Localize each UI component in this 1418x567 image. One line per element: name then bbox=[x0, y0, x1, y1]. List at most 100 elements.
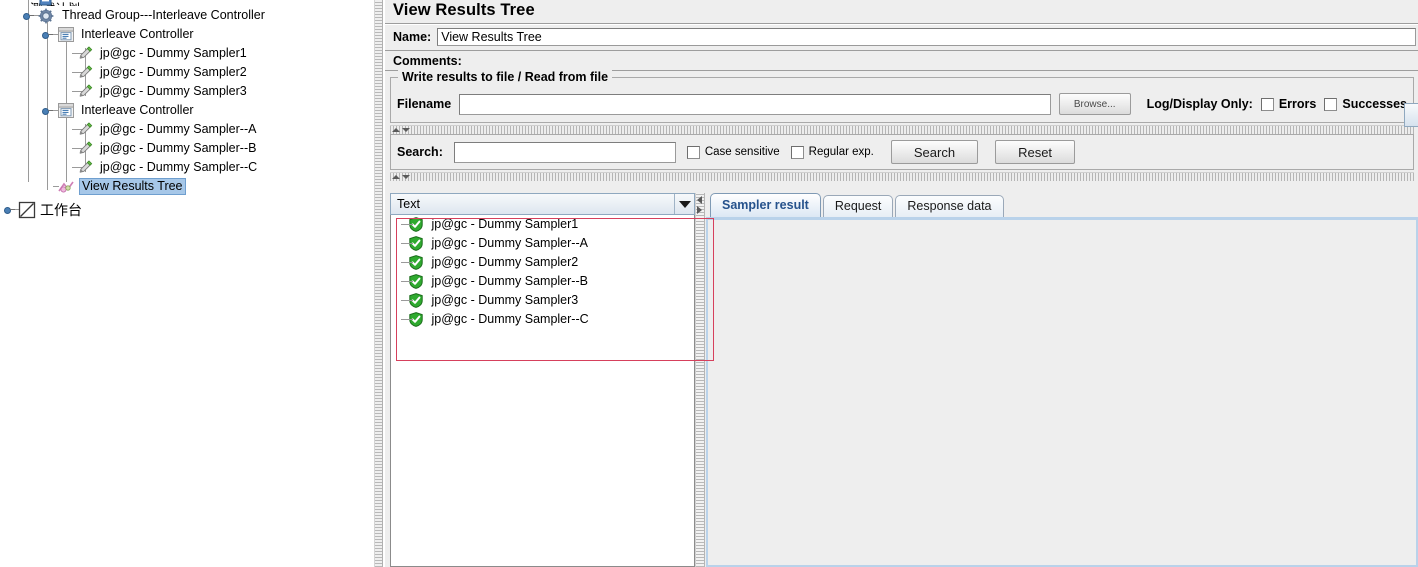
search-bar: Search: Case sensitive Regular exp. Sear… bbox=[390, 134, 1414, 170]
splitter-arrows[interactable] bbox=[697, 196, 702, 214]
tree-line bbox=[401, 224, 413, 225]
expand-right-icon[interactable] bbox=[697, 206, 702, 214]
log-display-only-label: Log/Display Only: bbox=[1146, 97, 1253, 111]
collapse-divider-1[interactable] bbox=[390, 125, 1414, 134]
tree-line bbox=[401, 281, 413, 282]
browse-button[interactable]: Browse... bbox=[1058, 93, 1131, 115]
dummy-sampler-icon bbox=[76, 160, 93, 175]
collapse-down-icon[interactable] bbox=[402, 175, 410, 179]
tab-content-panel bbox=[706, 217, 1418, 567]
test-plan-tree[interactable]: 测试计划 Thread bbox=[0, 0, 374, 567]
filename-label: Filename bbox=[397, 97, 452, 111]
checkbox-box[interactable] bbox=[1260, 97, 1274, 111]
case-sensitive-checkbox[interactable]: Case sensitive bbox=[686, 145, 780, 159]
tree-item-label: jp@gc - Dummy Sampler3 bbox=[100, 84, 247, 99]
tree-line bbox=[401, 243, 413, 244]
write-results-title: Write results to file / Read from file bbox=[398, 70, 613, 84]
tree-item-workbench[interactable]: 工作台 bbox=[0, 197, 374, 221]
collapse-down-icon[interactable] bbox=[402, 128, 410, 132]
configure-button[interactable] bbox=[1404, 103, 1418, 127]
tree-item-label: jp@gc - Dummy Sampler--C bbox=[100, 160, 258, 175]
tree-item-dummy-sampler-b[interactable]: jp@gc - Dummy Sampler--B bbox=[0, 139, 374, 158]
page-title: View Results Tree bbox=[393, 1, 535, 19]
renderer-selected-value: Text bbox=[397, 197, 420, 211]
tab-request[interactable]: Request bbox=[822, 195, 894, 217]
workbench-icon bbox=[18, 201, 36, 219]
tree-item-label: View Results Tree bbox=[79, 178, 186, 196]
successes-checkbox[interactable]: Successes bbox=[1324, 97, 1407, 111]
tree-expand-handle[interactable] bbox=[42, 29, 53, 40]
name-label: Name: bbox=[393, 30, 432, 44]
result-label: jp@gc - Dummy Sampler--A bbox=[431, 236, 588, 251]
tab-sampler-result[interactable]: Sampler result bbox=[710, 193, 821, 217]
result-row[interactable]: jp@gc - Dummy Sampler--B bbox=[391, 272, 694, 291]
dummy-sampler-icon bbox=[76, 122, 93, 137]
tree-item-interleave-controller-2[interactable]: Interleave Controller bbox=[0, 101, 374, 120]
name-row: Name: bbox=[385, 27, 1418, 47]
chevron-down-icon[interactable] bbox=[674, 194, 694, 214]
checkbox-box[interactable] bbox=[686, 145, 700, 159]
renderer-select[interactable]: Text bbox=[390, 193, 695, 215]
tree-item-label: jp@gc - Dummy Sampler1 bbox=[100, 46, 247, 61]
search-input[interactable] bbox=[453, 141, 676, 163]
result-row[interactable]: jp@gc - Dummy Sampler--C bbox=[391, 310, 694, 329]
tree-item-dummy-sampler-1[interactable]: jp@gc - Dummy Sampler1 bbox=[0, 44, 374, 63]
tree-item-label: jp@gc - Dummy Sampler--A bbox=[100, 122, 257, 137]
tree-item-dummy-sampler-3[interactable]: jp@gc - Dummy Sampler3 bbox=[0, 82, 374, 101]
result-label: jp@gc - Dummy Sampler--B bbox=[431, 274, 588, 289]
results-splitter[interactable] bbox=[695, 193, 705, 567]
collapse-up-icon[interactable] bbox=[392, 128, 400, 132]
tree-item-thread-group[interactable]: Thread Group---Interleave Controller bbox=[0, 6, 374, 25]
collapse-left-icon[interactable] bbox=[697, 196, 702, 204]
write-results-group: Write results to file / Read from file F… bbox=[390, 70, 1414, 123]
regular-exp-checkbox[interactable]: Regular exp. bbox=[790, 145, 874, 159]
view-results-tree-icon bbox=[58, 180, 74, 193]
results-tree-pane: Text jp@gc - Dummy Sampler1 jp@gc - Dumm… bbox=[390, 193, 695, 567]
tree-item-dummy-sampler-c[interactable]: jp@gc - Dummy Sampler--C bbox=[0, 158, 374, 177]
result-label: jp@gc - Dummy Sampler2 bbox=[431, 255, 579, 270]
checkbox-box[interactable] bbox=[790, 145, 804, 159]
comments-label: Comments: bbox=[393, 53, 462, 68]
main-splitter[interactable] bbox=[374, 0, 383, 567]
collapse-up-icon[interactable] bbox=[392, 175, 400, 179]
dummy-sampler-icon bbox=[76, 141, 93, 156]
tree-expand-handle[interactable] bbox=[4, 204, 15, 215]
successes-label: Successes bbox=[1342, 97, 1407, 111]
tab-response-data[interactable]: Response data bbox=[895, 195, 1004, 217]
collapse-arrows[interactable] bbox=[392, 173, 410, 179]
result-list[interactable]: jp@gc - Dummy Sampler1 jp@gc - Dummy Sam… bbox=[390, 215, 695, 567]
reset-button[interactable]: Reset bbox=[995, 140, 1076, 164]
tree-expand-handle[interactable] bbox=[42, 105, 53, 116]
tab-strip: Sampler result Request Response data bbox=[706, 193, 1418, 217]
divider bbox=[385, 24, 1418, 25]
interleave-controller-icon bbox=[58, 103, 74, 118]
result-row[interactable]: jp@gc - Dummy Sampler3 bbox=[391, 291, 694, 310]
collapse-arrows[interactable] bbox=[392, 126, 410, 132]
name-input[interactable] bbox=[437, 28, 1416, 46]
interleave-controller-icon bbox=[58, 27, 74, 42]
result-label: jp@gc - Dummy Sampler--C bbox=[431, 312, 589, 327]
checkbox-box[interactable] bbox=[1324, 97, 1338, 111]
tree-item-label: Interleave Controller bbox=[81, 103, 194, 118]
tree-item-dummy-sampler-a[interactable]: jp@gc - Dummy Sampler--A bbox=[0, 120, 374, 139]
dummy-sampler-icon bbox=[76, 65, 93, 80]
result-label: jp@gc - Dummy Sampler3 bbox=[431, 293, 579, 308]
result-row[interactable]: jp@gc - Dummy Sampler--A bbox=[391, 234, 694, 253]
tree-item-view-results-tree[interactable]: View Results Tree bbox=[0, 177, 374, 196]
tree-item-dummy-sampler-2[interactable]: jp@gc - Dummy Sampler2 bbox=[0, 63, 374, 82]
tree-item-interleave-controller-1[interactable]: Interleave Controller bbox=[0, 25, 374, 44]
errors-checkbox[interactable]: Errors bbox=[1260, 97, 1317, 111]
errors-label: Errors bbox=[1278, 97, 1317, 111]
collapse-divider-2[interactable] bbox=[390, 172, 1414, 181]
result-label: jp@gc - Dummy Sampler1 bbox=[431, 217, 579, 232]
search-button[interactable]: Search bbox=[890, 140, 979, 164]
tree-expand-handle[interactable] bbox=[23, 10, 34, 21]
result-row[interactable]: jp@gc - Dummy Sampler2 bbox=[391, 253, 694, 272]
tree-item-label: jp@gc - Dummy Sampler--B bbox=[100, 141, 257, 156]
result-row[interactable]: jp@gc - Dummy Sampler1 bbox=[391, 215, 694, 234]
thread-group-icon bbox=[38, 8, 54, 24]
dummy-sampler-icon bbox=[76, 84, 93, 99]
search-label: Search: bbox=[397, 145, 443, 159]
filename-input[interactable] bbox=[459, 93, 1051, 115]
result-detail-pane: Sampler result Request Response data bbox=[706, 193, 1418, 567]
